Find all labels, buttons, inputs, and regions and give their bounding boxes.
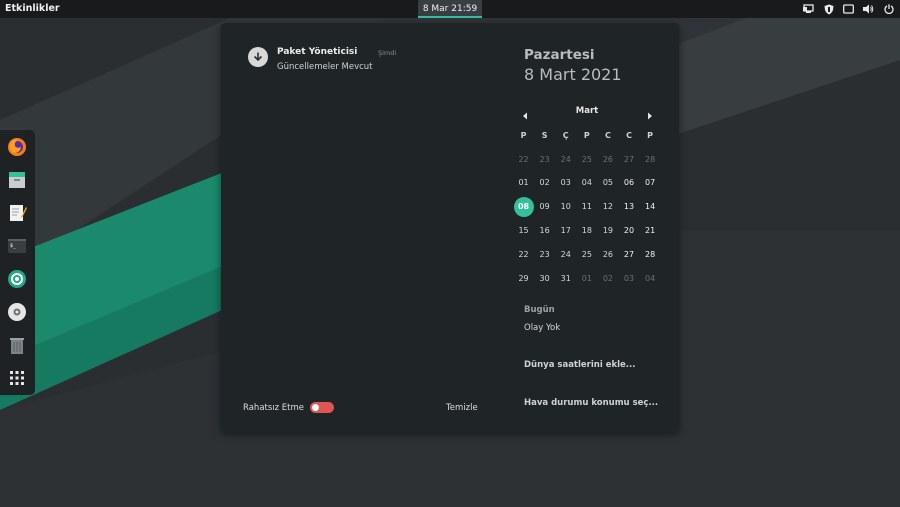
calendar-day[interactable]: 28 <box>640 245 660 265</box>
weekday-header: P S Ç P C C P <box>513 124 661 148</box>
text-editor-icon[interactable] <box>6 202 28 224</box>
app-grid-icon[interactable] <box>6 367 28 389</box>
do-not-disturb-toggle[interactable] <box>310 402 334 413</box>
download-icon <box>248 47 268 67</box>
weekday-label: S <box>541 131 548 141</box>
top-bar: Etkinlikler 8 Mar 21:59 <box>0 0 900 18</box>
disc-icon[interactable] <box>6 301 28 323</box>
clear-button[interactable]: Temizle <box>446 403 478 413</box>
calendar-day[interactable]: 25 <box>577 150 597 170</box>
next-month-button[interactable] <box>646 106 654 120</box>
calendar-day[interactable]: 31 <box>556 269 576 289</box>
system-tray <box>803 0 894 18</box>
activities-button[interactable]: Etkinlikler <box>5 0 60 18</box>
calendar-week: 22 23 24 25 26 27 28 <box>513 243 661 267</box>
no-events-text: Olay Yok <box>524 323 561 333</box>
calendar-day[interactable]: 22 <box>514 150 534 170</box>
calendar-day[interactable]: 03 <box>619 269 639 289</box>
calendar-day[interactable]: 21 <box>640 221 660 241</box>
svg-text:$_: $_ <box>10 243 17 249</box>
calendar-day[interactable]: 01 <box>514 173 534 193</box>
calendar-day[interactable]: 29 <box>514 269 534 289</box>
select-weather-location-button[interactable]: Hava durumu konumu seç... <box>524 398 658 408</box>
chevron-right-icon <box>648 112 652 120</box>
calendar-day[interactable]: 23 <box>535 150 555 170</box>
calendar-day[interactable]: 25 <box>577 245 597 265</box>
calendar-day[interactable]: 11 <box>577 197 597 217</box>
calendar-day[interactable]: 03 <box>556 173 576 193</box>
calendar-day-today[interactable]: 08 <box>513 197 534 218</box>
do-not-disturb-label: Rahatsız Etme <box>243 403 305 413</box>
calendar-week: 22 23 24 25 26 27 28 <box>513 148 661 172</box>
calendar-day[interactable]: 14 <box>640 197 660 217</box>
toggle-knob <box>312 404 319 411</box>
calendar-day[interactable]: 10 <box>556 197 576 217</box>
full-date: 8 Mart 2021 <box>524 65 622 84</box>
calendar-day[interactable]: 24 <box>556 245 576 265</box>
dash-dock: $_ <box>0 130 35 395</box>
calendar-day[interactable]: 26 <box>598 150 618 170</box>
weekday-label: Ç <box>562 131 569 141</box>
software-icon[interactable] <box>6 268 28 290</box>
calendar-grid: P S Ç P C C P 22 23 24 25 26 27 28 01 02… <box>513 124 661 291</box>
calendar-day[interactable]: 12 <box>598 197 618 217</box>
weekday-label: C <box>626 131 632 141</box>
notification-time: Şimdi <box>378 49 397 57</box>
notification-calendar-panel: Paket Yöneticisi Şimdi Güncellemeler Mev… <box>221 23 679 432</box>
previous-month-button[interactable] <box>521 106 529 120</box>
calendar-day[interactable]: 17 <box>556 221 576 241</box>
day-name: Pazartesi <box>524 47 595 63</box>
shield-icon[interactable] <box>823 4 834 15</box>
calendar-day[interactable]: 23 <box>535 245 555 265</box>
weekday-label: P <box>647 131 654 141</box>
volume-icon[interactable] <box>863 4 874 15</box>
calendar-week: 15 16 17 18 19 20 21 <box>513 219 661 243</box>
events-today-heading[interactable]: Bugün <box>524 305 555 315</box>
firefox-icon[interactable] <box>6 136 28 158</box>
notification-item[interactable]: Paket Yöneticisi Şimdi Güncellemeler Mev… <box>248 47 468 75</box>
window-icon[interactable] <box>843 4 854 15</box>
calendar-month: Mart <box>575 106 599 116</box>
calendar-day[interactable]: 09 <box>535 197 555 217</box>
calendar-day[interactable]: 19 <box>598 221 618 241</box>
calendar-day[interactable]: 16 <box>535 221 555 241</box>
weekday-label: C <box>604 131 611 141</box>
calendar-week: 29 30 31 01 02 03 04 <box>513 267 661 291</box>
calendar-day[interactable]: 15 <box>514 221 534 241</box>
notification-title: Paket Yöneticisi <box>277 47 358 57</box>
power-icon[interactable] <box>883 4 894 15</box>
notification-body: Güncellemeler Mevcut <box>277 62 373 72</box>
calendar-day[interactable]: 22 <box>514 245 534 265</box>
calendar-day[interactable]: 02 <box>598 269 618 289</box>
calendar-day[interactable]: 20 <box>619 221 639 241</box>
files-icon[interactable] <box>6 169 28 191</box>
calendar-day[interactable]: 24 <box>556 150 576 170</box>
calendar-day[interactable]: 27 <box>619 150 639 170</box>
terminal-icon[interactable]: $_ <box>6 235 28 257</box>
calendar-day[interactable]: 04 <box>640 269 660 289</box>
calendar-day[interactable]: 07 <box>640 173 660 193</box>
calendar-day[interactable]: 05 <box>598 173 618 193</box>
weekday-label: P <box>520 131 527 141</box>
trash-icon[interactable] <box>6 334 28 356</box>
screen-icon[interactable] <box>803 4 814 15</box>
calendar-day[interactable]: 30 <box>535 269 555 289</box>
add-world-clocks-button[interactable]: Dünya saatlerini ekle... <box>524 360 635 370</box>
calendar-day[interactable]: 27 <box>619 245 639 265</box>
calendar-day[interactable]: 04 <box>577 173 597 193</box>
calendar-day[interactable]: 02 <box>535 173 555 193</box>
clock-button[interactable]: 8 Mar 21:59 <box>418 0 482 18</box>
calendar-day[interactable]: 28 <box>640 150 660 170</box>
weekday-label: P <box>583 131 590 141</box>
calendar-week: 01 02 03 04 05 06 07 <box>513 172 661 196</box>
calendar-week: 08 09 10 11 12 13 14 <box>513 195 661 219</box>
calendar-day[interactable]: 18 <box>577 221 597 241</box>
calendar-day[interactable]: 06 <box>619 173 639 193</box>
chevron-left-icon <box>523 112 527 120</box>
calendar-day[interactable]: 01 <box>577 269 597 289</box>
calendar-day[interactable]: 13 <box>619 197 639 217</box>
calendar-day[interactable]: 26 <box>598 245 618 265</box>
